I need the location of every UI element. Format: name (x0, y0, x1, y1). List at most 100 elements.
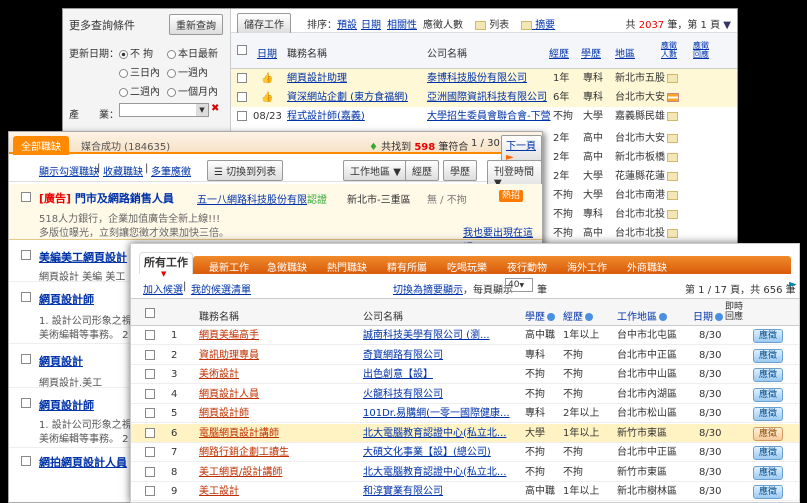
select-all-checkbox[interactable] (145, 308, 155, 318)
col-response[interactable]: 應徵回應 (693, 41, 713, 59)
sort-applicants[interactable]: 應徵人數 (423, 16, 463, 31)
tab-hot[interactable]: 熱門職缺 (327, 259, 367, 274)
tab-all-jobs[interactable]: 全部職缺 (13, 136, 69, 155)
row-checkbox[interactable] (145, 408, 155, 418)
table-row[interactable]: 8 美工網頁/設計講師 北大電腦教育認證中心(私立北... 不拘 不拘 新竹市東區 8/30… (131, 463, 799, 482)
tab-food-fun[interactable]: 吃喝玩樂 (447, 259, 487, 274)
filter-exp-button[interactable]: 經歷 (405, 160, 439, 181)
job-title-link[interactable]: 美工網頁/設計講師 (199, 463, 359, 482)
company-link[interactable]: 奇寶網路有限公司 (363, 346, 521, 365)
table-row[interactable]: 👍 資深網站企劃 (東方食福網) 亞洲國際資訊科技有限公司 6年 專科 台北市大… (231, 88, 737, 107)
job-title-link[interactable]: 網路行銷企劃工讀生 (199, 443, 359, 462)
table-row[interactable]: 9 美工設計 和淳實業有限公司 高中職 1年以上 新北市樹林區 8/30 應徵 (131, 482, 799, 501)
apply-button[interactable]: 應徵 (753, 465, 784, 480)
tab-overseas[interactable]: 海外工作 (567, 259, 607, 274)
company-link[interactable]: 誠南科技美學有限公司 (瀏... (363, 326, 521, 345)
date-option-any[interactable]: 不 拘 (119, 45, 153, 60)
clear-icon[interactable]: ✖ (211, 103, 219, 114)
my-candidate-list-link[interactable]: 我的候選清單 (191, 281, 251, 296)
table-row[interactable]: 1 網頁美編高手 誠南科技美學有限公司 (瀏... 高中職 1年以上 台中市北屯區 8/30… (131, 326, 799, 345)
job-title-link[interactable]: 美工設計 (199, 482, 359, 501)
row-checkbox[interactable] (237, 92, 247, 102)
per-page-select[interactable]: 40▼ (505, 278, 533, 292)
job-title-link[interactable]: 網頁美編高手 (199, 326, 359, 345)
table-row[interactable]: 6 電腦網頁設計講師 北大電腦教育認證中心(私立北... 大學 1年以上 新竹市東區 8/3… (131, 423, 799, 443)
item-checkbox[interactable] (21, 398, 31, 408)
date-option-1week[interactable]: 一週內 (167, 64, 208, 79)
ad-company[interactable]: 五一八網路科技股份有限 (197, 191, 307, 206)
item-checkbox[interactable] (21, 250, 31, 260)
company-link[interactable]: 北大電腦教育認證中心(私立北... (363, 424, 521, 443)
table-row[interactable]: 7 網路行銷企劃工讀生 大碩文化事業【設】(總公司) 不拘 不拘 台北市中正區 8/30 應徵 (131, 443, 799, 462)
job-title-link[interactable]: 電腦網頁設計講師 (199, 424, 359, 443)
table-row[interactable]: 08/23 程式設計師(嘉義) 大學招生委員會聯合會-下營 不拘 大學 嘉義縣民… (231, 107, 737, 126)
sort-relevance[interactable]: 相關性 (387, 16, 417, 31)
apply-button[interactable]: 應徵 (753, 407, 784, 421)
switch-summary-link[interactable]: 切換為摘要顯示 (393, 285, 463, 296)
date-option-1month[interactable]: 一個月內 (167, 83, 218, 98)
table-row[interactable]: 2年 高中 新北市板橋 (545, 148, 737, 167)
row-checkbox[interactable] (237, 111, 247, 121)
row-checkbox[interactable] (145, 427, 155, 438)
apply-button[interactable]: 應徵 (753, 387, 784, 402)
row-checkbox[interactable] (145, 369, 155, 379)
row-checkbox[interactable] (145, 388, 155, 399)
sort-default[interactable]: 預設 (337, 16, 357, 31)
date-option-3days[interactable]: 三日內 (119, 64, 160, 79)
table-row[interactable]: 2年 大學 花蓮縣花蓮 (545, 167, 737, 186)
company-link[interactable]: 大碩文化事業【設】(總公司) (363, 443, 521, 462)
table-row[interactable]: 3 美術設計 出色創意【設】 不拘 不拘 台北市中山區 8/30 應徵 (131, 365, 799, 384)
tab-foreign[interactable]: 外商職缺 (627, 259, 667, 274)
show-checked-link[interactable]: 顯示勾選職缺 (39, 163, 99, 178)
row-checkbox[interactable] (237, 73, 247, 83)
table-row[interactable]: 4 網頁設計人員 火龍科技有限公司 不拘 不拘 台北市內湖區 8/30 應徵 (131, 385, 799, 404)
apply-button[interactable]: 應徵 (753, 485, 784, 499)
switch-list-button[interactable]: ☰ 切換到列表 (207, 160, 284, 181)
tab-matched[interactable]: 媒合成功 (184635) (81, 138, 170, 153)
col-exp[interactable]: 經歷 (549, 45, 569, 60)
row-checkbox[interactable] (145, 486, 155, 496)
apply-button[interactable]: 應徵 (753, 368, 784, 382)
job-title-link[interactable]: 網頁設計人員 (199, 385, 359, 404)
reset-search-button[interactable]: 重新查詢 (169, 14, 223, 35)
job-title-link[interactable]: 網頁設計師 (199, 404, 359, 423)
col-area[interactable]: 工作地區 (617, 308, 667, 323)
table-row[interactable]: 5 網頁設計師 101Dr.易購網(一零一國際健康... 專科 2年以上 台北市松山區 8/… (131, 404, 799, 423)
company-link[interactable]: 和淳實業有限公司 (363, 482, 521, 501)
date-option-2weeks[interactable]: 二週內 (119, 83, 160, 98)
tab-night[interactable]: 夜行動物 (507, 259, 547, 274)
col-edu[interactable]: 學歷 (581, 45, 601, 60)
multi-apply-link[interactable]: 多筆應徵 (151, 163, 191, 178)
company-link[interactable]: 北大電腦教育認證中心(私立北... (363, 463, 521, 482)
row-checkbox[interactable] (145, 447, 155, 457)
col-exp[interactable]: 經歷 (563, 308, 593, 323)
table-row[interactable]: 2 資訊助理專員 奇寶網路有限公司 專科 不拘 台北市中正區 8/30 應徵 (131, 346, 799, 365)
row-checkbox[interactable] (145, 466, 155, 477)
apply-button[interactable]: 應徵 (753, 329, 784, 343)
item-checkbox[interactable] (21, 354, 31, 364)
tab-specialty[interactable]: 精有所屬 (387, 259, 427, 274)
next-page-icon[interactable]: ► (789, 279, 797, 290)
company-link[interactable]: 101Dr.易購網(一零一國際健康... (363, 404, 521, 423)
apply-button[interactable]: 應徵 (753, 446, 784, 460)
tab-latest[interactable]: 最新工作 (209, 259, 249, 274)
table-row[interactable]: 不拘 專科 台北市北投 (545, 205, 737, 224)
table-row[interactable]: 👍 網頁設計助理 泰博科技股份有限公司 1年 專科 新北市五股 (231, 69, 737, 88)
col-applicants[interactable]: 應徵人數 (661, 41, 681, 59)
select-all-checkbox[interactable] (237, 45, 247, 55)
industry-select[interactable]: ▼ (119, 103, 209, 117)
col-area[interactable]: 地區 (615, 45, 635, 60)
apply-button[interactable]: 應徵 (753, 348, 784, 363)
date-option-today[interactable]: 本日最新 (167, 45, 218, 60)
filter-edu-button[interactable]: 學歷 (443, 160, 477, 181)
row-checkbox[interactable] (145, 330, 155, 340)
favorite-jobs-link[interactable]: 收藏職缺 (103, 163, 143, 178)
table-row[interactable]: 不拘 高中 台北市北投 (545, 224, 737, 243)
col-date[interactable]: 日期 (693, 308, 723, 323)
ad-checkbox[interactable] (21, 192, 31, 202)
item-checkbox[interactable] (21, 456, 31, 466)
col-date[interactable]: 日期 (257, 45, 277, 60)
col-edu[interactable]: 學歷 (525, 308, 555, 323)
add-candidate-link[interactable]: 加入候選 (143, 281, 183, 296)
job-title-link[interactable]: 美術設計 (199, 365, 359, 384)
